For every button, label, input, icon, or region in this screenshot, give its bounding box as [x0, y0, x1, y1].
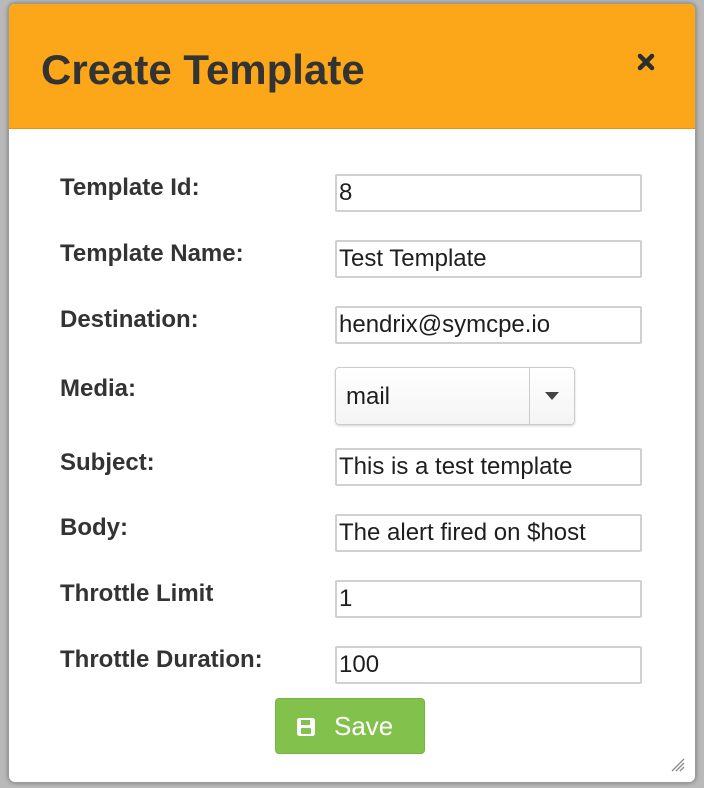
- save-button-label: Save: [334, 711, 394, 741]
- media-label: Media:: [60, 375, 137, 402]
- close-button[interactable]: [633, 49, 659, 75]
- destination-input[interactable]: [335, 306, 642, 344]
- throttle-limit-input[interactable]: [335, 580, 642, 618]
- close-icon: [637, 53, 655, 71]
- body-input[interactable]: [335, 514, 642, 552]
- throttle-limit-label: Throttle Limit: [60, 580, 214, 607]
- dialog-header: Create Template: [9, 4, 695, 129]
- template-name-label: Template Name:: [60, 240, 244, 267]
- template-name-input[interactable]: [335, 240, 642, 278]
- subject-input[interactable]: [335, 448, 642, 486]
- save-button[interactable]: Save: [275, 698, 425, 754]
- chevron-down-icon: [545, 392, 559, 400]
- resize-grip-icon[interactable]: [669, 756, 685, 772]
- floppy-disk-icon: [297, 718, 315, 736]
- template-id-input[interactable]: [335, 174, 642, 212]
- select-divider: [529, 368, 530, 424]
- template-id-label: Template Id:: [60, 174, 200, 201]
- dialog-title: Create Template: [41, 46, 365, 93]
- create-template-dialog: Create Template Template Id: Template Na…: [8, 3, 696, 783]
- throttle-duration-input[interactable]: [335, 646, 642, 684]
- subject-label: Subject:: [60, 449, 155, 476]
- body-label: Body:: [60, 514, 128, 541]
- throttle-duration-label: Throttle Duration:: [60, 646, 263, 673]
- destination-label: Destination:: [60, 306, 199, 333]
- media-select-value: mail: [346, 383, 391, 410]
- media-select[interactable]: mail: [335, 367, 575, 425]
